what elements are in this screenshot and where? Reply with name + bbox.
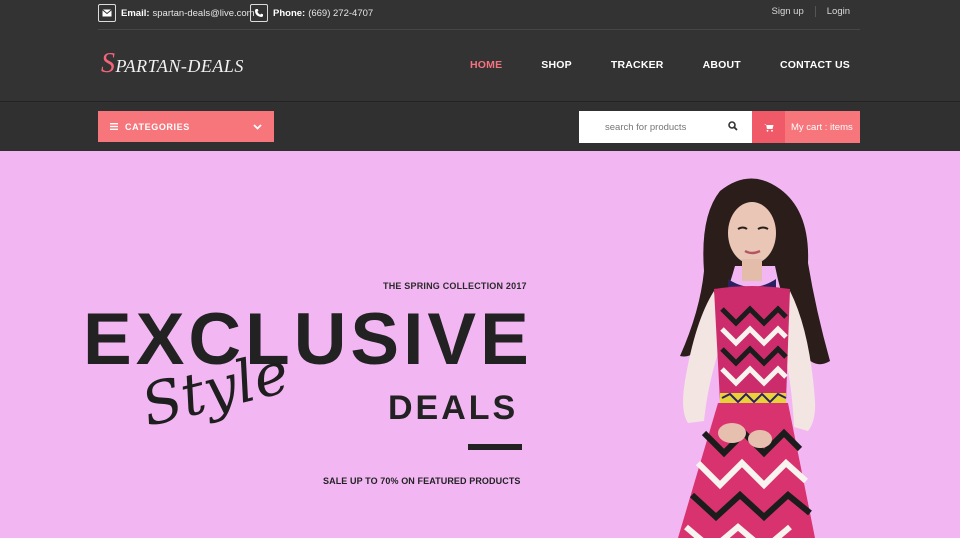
phone-icon xyxy=(250,4,268,22)
chevron-down-icon xyxy=(253,122,262,132)
hero-sale-text: SALE UP TO 70% ON FEATURED PRODUCTS xyxy=(323,476,521,486)
contact-phone: Phone: (669) 272-4707 xyxy=(250,4,373,22)
hero-collection-label: THE SPRING COLLECTION 2017 xyxy=(383,281,527,291)
cart-label: My cart : items xyxy=(785,111,860,143)
model-image xyxy=(678,178,830,538)
search-box xyxy=(579,111,752,143)
hero-deals: DEALS xyxy=(388,389,519,427)
signup-link[interactable]: Sign up xyxy=(772,6,804,17)
site-logo[interactable]: SPARTAN-DEALS xyxy=(101,48,244,80)
main-nav: HOME SHOP TRACKER ABOUT CONTACT US xyxy=(470,59,850,71)
email-label: Email: xyxy=(121,7,150,19)
login-link[interactable]: Login xyxy=(827,6,850,17)
search-input[interactable] xyxy=(605,121,725,133)
toolbar: CATEGORIES My cart : items xyxy=(0,103,960,151)
phone-value[interactable]: (669) 272-4707 xyxy=(308,8,373,19)
logo-text: PARTAN-DEALS xyxy=(115,56,244,76)
categories-label: CATEGORIES xyxy=(125,121,190,132)
search-icon[interactable] xyxy=(728,118,738,136)
hero-headline: EXCLUSIVE xyxy=(83,299,533,380)
main-header: SPARTAN-DEALS HOME SHOP TRACKER ABOUT CO… xyxy=(0,30,960,102)
cart-icon xyxy=(752,111,785,143)
logo-initial: S xyxy=(101,48,116,79)
phone-label: Phone: xyxy=(273,7,306,19)
auth-divider xyxy=(814,6,816,17)
contact-email: Email: spartan-deals@live.com xyxy=(98,4,255,22)
envelope-icon xyxy=(98,4,116,22)
email-value[interactable]: spartan-deals@live.com xyxy=(153,8,255,19)
categories-dropdown[interactable]: CATEGORIES xyxy=(98,111,274,142)
nav-home[interactable]: HOME xyxy=(470,59,502,71)
nav-shop[interactable]: SHOP xyxy=(541,59,572,71)
hamburger-icon xyxy=(110,122,118,132)
nav-tracker[interactable]: TRACKER xyxy=(611,59,664,71)
auth-links: Sign up Login xyxy=(772,6,850,17)
top-bar: Email: spartan-deals@live.com Phone: (66… xyxy=(0,0,960,30)
nav-about[interactable]: ABOUT xyxy=(703,59,741,71)
cart-button[interactable]: My cart : items xyxy=(752,111,860,143)
hero-underline xyxy=(468,444,522,450)
nav-contact[interactable]: CONTACT US xyxy=(780,59,850,71)
hero-banner[interactable]: THE SPRING COLLECTION 2017 EXCLUSIVE Sty… xyxy=(0,151,960,538)
